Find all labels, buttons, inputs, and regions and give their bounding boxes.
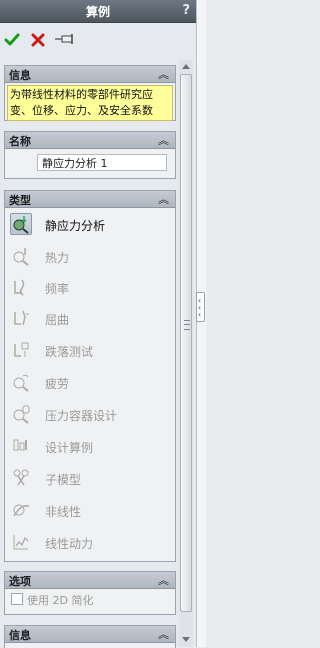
panel-title: 算例 (85, 5, 110, 19)
action-bar (0, 24, 196, 58)
type-item-static[interactable]: 静应力分析 (5, 211, 173, 237)
title-bar: 算例 ? (0, 0, 196, 23)
name-section-header[interactable]: 名称 ︽ (5, 132, 175, 149)
type-item-label: 跌落测试 (45, 345, 94, 359)
pin-button[interactable] (54, 32, 76, 50)
type-item-fatigue[interactable]: 疲劳 (5, 369, 173, 395)
thermal-icon (11, 246, 31, 266)
submodel-icon (11, 468, 31, 488)
type-item-label: 设计算例 (45, 441, 94, 455)
use-2d-checkbox[interactable] (11, 593, 23, 605)
collapse-arrow-icon: ‹ (198, 310, 202, 319)
type-item-label: 热力 (45, 251, 70, 265)
ok-button[interactable] (4, 32, 22, 50)
section-title: 信息 (9, 69, 31, 82)
collapse-chevron-icon: ︽ (158, 134, 169, 147)
collapse-panel-handle[interactable]: ‹ ‹ ‹ (196, 292, 205, 322)
cancel-button[interactable] (30, 32, 48, 50)
type-item-buckling[interactable]: 屈曲 (5, 305, 173, 331)
type-item-frequency[interactable]: 频率 (5, 274, 173, 300)
section-title: 选项 (9, 575, 31, 588)
help-button[interactable]: ? (182, 3, 190, 18)
info-section-header[interactable]: 信息 ︽ (5, 66, 175, 83)
collapse-chevron-icon: ︽ (158, 574, 169, 587)
type-item-label: 疲劳 (45, 377, 70, 391)
panel-edge (196, 0, 206, 647)
close-icon (31, 33, 45, 47)
name-section: 名称 ︽ 静应力分析 1 (4, 131, 176, 179)
section-title: 类型 (9, 194, 31, 207)
options-section: 选项 ︽ 使用 2D 简化 (4, 571, 176, 615)
options-section-header[interactable]: 选项 ︽ (5, 572, 175, 589)
static-analysis-icon (10, 213, 32, 235)
pushpin-icon (55, 34, 73, 44)
type-item-label: 压力容器设计 (45, 409, 118, 423)
panel-content: 信息 ︽ 为带线性材料的零部件研究应 变、位移、应力、及安全系数 名称 ︽ 静应… (0, 60, 178, 648)
linear-dynamic-icon (11, 532, 31, 552)
checkmark-icon (4, 33, 20, 46)
type-item-design-study[interactable]: 设计算例 (5, 433, 173, 459)
type-item-label: 非线性 (45, 505, 82, 519)
type-item-label: 屈曲 (45, 313, 70, 327)
type-item-label: 线性动力 (45, 537, 94, 551)
type-item-label: 静应力分析 (45, 219, 106, 233)
section-title: 名称 (9, 135, 31, 148)
scroll-up-arrow-icon (182, 64, 190, 69)
type-item-linear-dynamic[interactable]: 线性动力 (5, 529, 173, 555)
section-title: 信息 (9, 629, 31, 642)
type-section: 类型 ︽ 静应力分析 热力 频率 屈曲 跌落测试 疲劳 压力容器设计 设计算例 … (4, 190, 176, 562)
scroll-down-button[interactable] (179, 633, 193, 647)
scroll-up-button[interactable] (179, 60, 193, 74)
info-section-2: 信息 ︽ (4, 625, 176, 648)
frequency-icon (11, 277, 31, 297)
collapse-chevron-icon: ︽ (158, 628, 169, 641)
fatigue-icon (11, 372, 31, 392)
collapse-chevron-icon: ︽ (158, 193, 169, 206)
type-item-label: 子模型 (45, 473, 82, 487)
collapse-chevron-icon: ︽ (158, 68, 169, 81)
study-name-input[interactable]: 静应力分析 1 (37, 154, 167, 171)
buckling-icon (11, 308, 31, 328)
info-text-line: 变、位移、应力、及安全系数 (10, 104, 153, 117)
property-manager: 算例 ? 信息 ︽ 为带线性材料的零部件研究应 变、位移、应力、及安全系数 名称… (0, 0, 206, 648)
type-item-thermal[interactable]: 热力 (5, 243, 173, 269)
scroll-down-arrow-icon (182, 637, 190, 642)
scrollbar-thumb[interactable] (180, 74, 192, 612)
pressure-vessel-icon (11, 404, 31, 424)
design-study-icon (11, 436, 31, 456)
type-item-submodel[interactable]: 子模型 (5, 465, 173, 491)
type-item-drop-test[interactable]: 跌落测试 (5, 337, 173, 363)
type-item-label: 频率 (45, 282, 70, 296)
type-item-pressure-vessel[interactable]: 压力容器设计 (5, 401, 173, 427)
vertical-scrollbar[interactable] (179, 60, 193, 647)
info-section: 信息 ︽ 为带线性材料的零部件研究应 变、位移、应力、及安全系数 (4, 65, 176, 121)
use-2d-label: 使用 2D 简化 (27, 594, 94, 607)
info-text-line: 为带线性材料的零部件研究应 (10, 88, 153, 101)
type-item-nonlinear[interactable]: 非线性 (5, 497, 173, 523)
info-section-2-header[interactable]: 信息 ︽ (5, 626, 175, 643)
drop-test-icon (11, 340, 31, 360)
grip-icon (184, 320, 190, 330)
info-message: 为带线性材料的零部件研究应 变、位移、应力、及安全系数 (7, 85, 173, 121)
nonlinear-icon (11, 500, 31, 520)
type-section-header[interactable]: 类型 ︽ (5, 191, 175, 208)
